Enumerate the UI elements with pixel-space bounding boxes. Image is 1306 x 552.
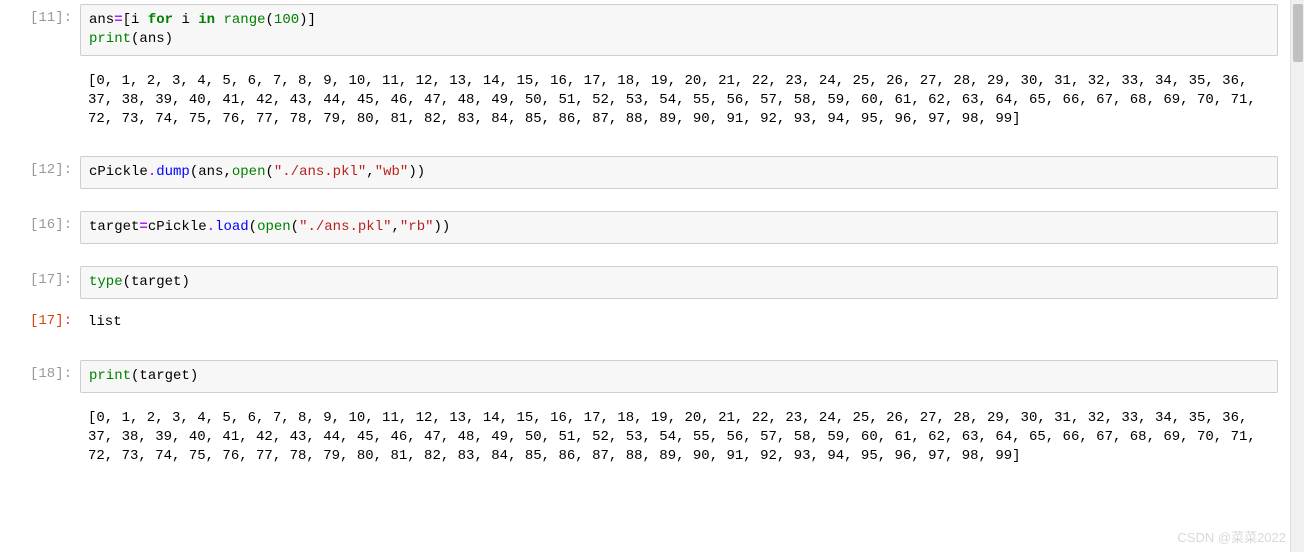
- code-token: (: [266, 12, 274, 28]
- code-token: in: [198, 12, 215, 28]
- cell-prompt: [18]:: [0, 360, 80, 393]
- code-token: (: [123, 274, 131, 290]
- code-token: ans: [198, 164, 223, 180]
- code-token: load: [215, 219, 249, 235]
- code-token: ans: [139, 31, 164, 47]
- cell-prompt: [0, 66, 80, 135]
- code-input[interactable]: target=cPickle.load(open("./ans.pkl","rb…: [80, 211, 1278, 244]
- code-cell: [17]:type(target): [0, 262, 1278, 303]
- code-token: target: [89, 219, 139, 235]
- output-cell: [0, 1, 2, 3, 4, 5, 6, 7, 8, 9, 10, 11, 1…: [0, 399, 1278, 476]
- code-token: ]: [308, 12, 316, 28]
- cell-prompt: [12]:: [0, 156, 80, 189]
- cell-prompt: [11]:: [0, 4, 80, 56]
- output-text: [0, 1, 2, 3, 4, 5, 6, 7, 8, 9, 10, 11, 1…: [80, 66, 1278, 135]
- code-token: (: [291, 219, 299, 235]
- code-token: ): [434, 219, 442, 235]
- code-token: dump: [156, 164, 190, 180]
- code-token: cPickle: [89, 164, 148, 180]
- code-token: "rb": [400, 219, 434, 235]
- code-token: target: [131, 274, 181, 290]
- code-token: .: [148, 164, 156, 180]
- code-token: "./ans.pkl": [299, 219, 391, 235]
- cell-content: [0, 1, 2, 3, 4, 5, 6, 7, 8, 9, 10, 11, 1…: [80, 66, 1278, 135]
- cell-content: cPickle.dump(ans,open("./ans.pkl","wb")): [80, 156, 1278, 189]
- code-token: [139, 12, 147, 28]
- cell-prompt: [0, 403, 80, 472]
- watermark-text: CSDN @菜菜2022: [1177, 527, 1286, 546]
- output-cell: [0, 1, 2, 3, 4, 5, 6, 7, 8, 9, 10, 11, 1…: [0, 62, 1278, 139]
- cell-prompt: [16]:: [0, 211, 80, 244]
- cell-prompt: [17]:: [0, 266, 80, 299]
- code-token: ): [190, 368, 198, 384]
- code-token: [: [123, 12, 131, 28]
- code-token: ,: [223, 164, 231, 180]
- code-token: i: [181, 12, 189, 28]
- code-cell: [12]:cPickle.dump(ans,open("./ans.pkl","…: [0, 152, 1278, 193]
- notebook-container: [11]:ans=[i for i in range(100)] print(a…: [0, 0, 1278, 476]
- cell-content: print(target): [80, 360, 1278, 393]
- code-token: ): [417, 164, 425, 180]
- code-input[interactable]: ans=[i for i in range(100)] print(ans): [80, 4, 1278, 56]
- code-token: (: [265, 164, 273, 180]
- cell-content: type(target): [80, 266, 1278, 299]
- code-input[interactable]: cPickle.dump(ans,open("./ans.pkl","wb")): [80, 156, 1278, 189]
- code-token: ,: [392, 219, 400, 235]
- code-token: =: [114, 12, 122, 28]
- vertical-scrollbar[interactable]: [1290, 0, 1304, 552]
- code-token: range: [224, 12, 266, 28]
- code-token: print: [89, 31, 131, 47]
- code-token: for: [148, 12, 173, 28]
- code-token: open: [232, 164, 266, 180]
- code-token: ): [442, 219, 450, 235]
- code-token: ans: [89, 12, 114, 28]
- code-cell: [18]:print(target): [0, 356, 1278, 397]
- code-token: print: [89, 368, 131, 384]
- code-token: ): [165, 31, 173, 47]
- code-token: cPickle: [148, 219, 207, 235]
- cell-content: ans=[i for i in range(100)] print(ans): [80, 4, 1278, 56]
- code-token: open: [257, 219, 291, 235]
- code-token: 100: [274, 12, 299, 28]
- cell-content: [0, 1, 2, 3, 4, 5, 6, 7, 8, 9, 10, 11, 1…: [80, 403, 1278, 472]
- code-token: "./ans.pkl": [274, 164, 366, 180]
- code-token: ,: [366, 164, 374, 180]
- cell-prompt: [17]:: [0, 307, 80, 338]
- code-token: (: [190, 164, 198, 180]
- code-token: [215, 12, 223, 28]
- cell-content: list: [80, 307, 1278, 338]
- code-token: "wb": [375, 164, 409, 180]
- code-input[interactable]: print(target): [80, 360, 1278, 393]
- output-text: list: [80, 307, 1278, 338]
- code-token: ): [181, 274, 189, 290]
- code-input[interactable]: type(target): [80, 266, 1278, 299]
- code-cell: [11]:ans=[i for i in range(100)] print(a…: [0, 0, 1278, 60]
- code-cell: [16]:target=cPickle.load(open("./ans.pkl…: [0, 207, 1278, 248]
- code-token: ): [299, 12, 307, 28]
- output-text: [0, 1, 2, 3, 4, 5, 6, 7, 8, 9, 10, 11, 1…: [80, 403, 1278, 472]
- cell-content: target=cPickle.load(open("./ans.pkl","rb…: [80, 211, 1278, 244]
- scrollbar-thumb[interactable]: [1293, 4, 1303, 62]
- code-token: =: [139, 219, 147, 235]
- code-token: target: [139, 368, 189, 384]
- code-token: (: [249, 219, 257, 235]
- code-token: ): [408, 164, 416, 180]
- code-token: type: [89, 274, 123, 290]
- output-cell: [17]:list: [0, 303, 1278, 342]
- code-token: .: [207, 219, 215, 235]
